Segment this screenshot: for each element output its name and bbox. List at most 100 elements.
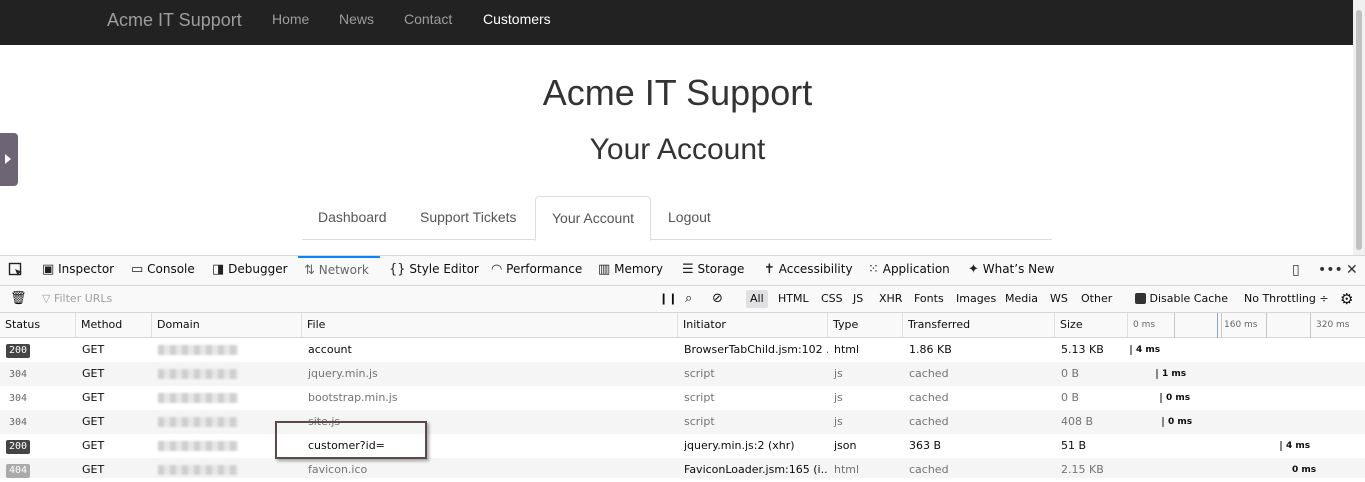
filter-media[interactable]: Media	[1005, 286, 1038, 312]
redacted-domain	[158, 369, 238, 379]
filter-all[interactable]: All	[746, 290, 768, 308]
method-cell: GET	[82, 463, 105, 476]
filter-html[interactable]: HTML	[778, 286, 809, 312]
col-transferred[interactable]: Transferred	[903, 313, 1055, 337]
col-size[interactable]: Size	[1055, 313, 1128, 337]
settings-gear-icon[interactable]: ⚙	[1340, 286, 1353, 312]
dock-toggle-icon[interactable]: ▯	[1292, 256, 1300, 285]
element-picker-icon[interactable]	[8, 256, 24, 285]
devtools-tab-debugger[interactable]: ◨ Debugger	[212, 256, 288, 285]
memory-icon: ▥	[598, 262, 611, 277]
file-cell: favicon.ico	[308, 463, 368, 476]
filter-ws[interactable]: WS	[1050, 286, 1068, 312]
file-cell: account	[308, 343, 352, 356]
table-row[interactable]: 304 GET bootstrap.min.js script js cache…	[0, 386, 1365, 410]
devtools-tab-storage[interactable]: ☰ Storage	[682, 256, 744, 285]
devtools-tab-memory[interactable]: ▥ Memory	[598, 256, 663, 285]
initiator-cell: jquery.min.js:2 (xhr)	[684, 439, 795, 452]
devtools-tab-console[interactable]: ▭ Console	[131, 256, 195, 285]
filter-fonts[interactable]: Fonts	[914, 286, 944, 312]
filter-css[interactable]: CSS	[821, 286, 843, 312]
type-cell: json	[834, 439, 857, 452]
col-type[interactable]: Type	[828, 313, 903, 337]
status-badge: 304	[9, 393, 28, 404]
devtools-tab-performance[interactable]: ◠ Performance	[491, 256, 582, 285]
tab-label: Memory	[614, 262, 663, 276]
tab-label: What’s New	[982, 262, 1055, 276]
filter-xhr[interactable]: XHR	[879, 286, 902, 312]
timing-label: 4 ms	[1136, 345, 1161, 355]
filter-other[interactable]: Other	[1081, 286, 1112, 312]
table-row[interactable]: 404 GET favicon.ico FaviconLoader.jsm:16…	[0, 458, 1365, 478]
inspector-icon: ▣	[42, 262, 55, 277]
navbar-brand[interactable]: Acme IT Support	[107, 10, 242, 31]
nav-contact[interactable]: Contact	[404, 11, 452, 27]
col-initiator[interactable]: Initiator	[678, 313, 828, 337]
tab-label: Inspector	[58, 262, 115, 276]
console-icon: ▭	[131, 262, 144, 277]
timing-label: 0 ms	[1166, 393, 1191, 403]
devtools-tab-whats-new[interactable]: ✦ What’s New	[968, 256, 1054, 285]
devtools-tab-application[interactable]: ⁙ Application	[868, 256, 950, 285]
nav-home[interactable]: Home	[272, 11, 309, 27]
waterfall-tick: 0 ms	[1133, 320, 1156, 330]
method-cell: GET	[82, 415, 105, 428]
devtools-tab-accessibility[interactable]: ✝ Accessibility	[764, 256, 853, 285]
col-domain[interactable]: Domain	[152, 313, 302, 337]
method-cell: GET	[82, 367, 105, 380]
tab-label: Network	[318, 263, 369, 277]
table-row[interactable]: 200 GET account BrowserTabChild.jsm:102 …	[0, 338, 1365, 362]
search-icon[interactable]: ⌕	[685, 286, 692, 312]
table-row[interactable]: 200 GET customer?id= jquery.min.js:2 (xh…	[0, 434, 1365, 458]
timing-bar	[1156, 369, 1158, 379]
col-method[interactable]: Method	[76, 313, 152, 337]
redacted-domain	[158, 441, 238, 451]
devtools-tab-style-editor[interactable]: {} Style Editor	[389, 256, 479, 285]
tab-dashboard[interactable]: Dashboard	[302, 196, 403, 239]
block-icon[interactable]: ⊘	[712, 286, 723, 312]
filter-urls-input[interactable]: ▽ Filter URLs	[42, 286, 112, 312]
site-navbar: Acme IT Support Home News Contact Custom…	[0, 0, 1365, 45]
tab-support-tickets[interactable]: Support Tickets	[404, 196, 533, 239]
method-cell: GET	[82, 391, 105, 404]
table-row[interactable]: 304 GET site.js script js cached 408 B 0…	[0, 410, 1365, 434]
size-cell: 5.13 KB	[1061, 343, 1104, 356]
redacted-domain	[158, 417, 238, 427]
transferred-cell: 1.86 KB	[909, 343, 952, 356]
transferred-cell: cached	[909, 415, 949, 428]
filter-images[interactable]: Images	[956, 286, 996, 312]
nav-news[interactable]: News	[339, 11, 374, 27]
col-status[interactable]: Status	[0, 313, 76, 337]
initiator-cell: BrowserTabChild.jsm:102 ...	[684, 343, 828, 356]
size-cell: 0 B	[1061, 391, 1080, 404]
method-cell: GET	[82, 439, 105, 452]
tab-logout[interactable]: Logout	[652, 196, 727, 239]
accessibility-icon: ✝	[764, 262, 775, 277]
status-cell: 200	[0, 434, 76, 458]
size-cell: 2.15 KB	[1061, 463, 1104, 476]
devtools-tab-network[interactable]: ⇅ Network	[298, 256, 380, 285]
method-cell: GET	[82, 343, 105, 356]
disable-cache-toggle[interactable]: Disable Cache	[1135, 286, 1228, 312]
col-file[interactable]: File	[302, 313, 678, 337]
filter-js[interactable]: JS	[853, 286, 863, 312]
redacted-domain	[158, 465, 238, 475]
devtools-tab-inspector[interactable]: ▣ Inspector	[42, 256, 114, 285]
request-table-header: Status Method Domain File Initiator Type…	[0, 313, 1365, 338]
page-scrollbar[interactable]	[1353, 0, 1365, 255]
throttling-select[interactable]: No Throttling ÷	[1244, 286, 1329, 312]
scroll-thumb[interactable]	[1356, 10, 1362, 250]
table-row[interactable]: 304 GET jquery.min.js script js cached 0…	[0, 362, 1365, 386]
domain-cell	[152, 386, 302, 410]
network-icon: ⇅	[304, 263, 315, 278]
pause-icon[interactable]: ❙❙	[659, 286, 677, 312]
timing-bar	[1130, 345, 1132, 355]
close-icon[interactable]: ✕	[1346, 256, 1358, 285]
tab-your-account[interactable]: Your Account	[535, 196, 651, 241]
clear-icon[interactable]: 🗑	[10, 286, 27, 312]
initiator-cell: script	[684, 391, 715, 404]
tab-label: Style Editor	[409, 262, 479, 276]
nav-customers[interactable]: Customers	[483, 11, 551, 27]
more-options-icon[interactable]: •••	[1318, 256, 1343, 285]
devtools-panel: ▣ Inspector ▭ Console ◨ Debugger ⇅ Netwo…	[0, 255, 1365, 478]
